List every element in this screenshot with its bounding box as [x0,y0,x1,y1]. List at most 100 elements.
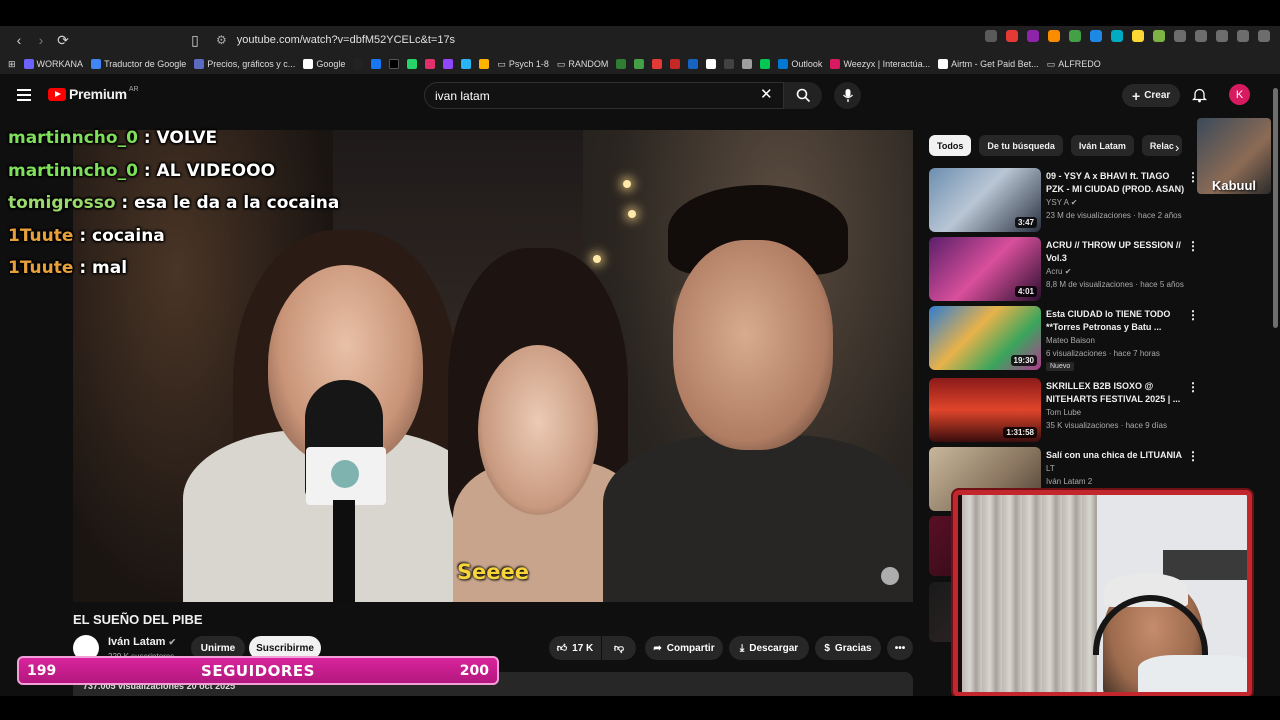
extension-icon[interactable] [1216,30,1228,42]
chip-channel[interactable]: Iván Latam [1070,135,1134,156]
page-scrollbar[interactable] [1271,76,1280,696]
bookmark-folder[interactable]: ▭ RANDOM [557,59,609,70]
channel-name[interactable]: Iván Latam ✔ [108,636,176,648]
share-button[interactable]: ➦ Compartir [645,636,723,660]
menu-icon[interactable] [17,89,31,104]
bookmark-icon[interactable] [688,59,699,69]
search-button[interactable] [784,82,822,109]
bookmark-icon[interactable] [634,59,645,69]
video-title[interactable]: Esta CIUDAD lo TIENE TODO **Torres Petro… [1046,308,1186,334]
extension-icon[interactable] [1153,30,1165,42]
related-video[interactable]: 4:01 ACRU // THROW UP SESSION // Vol.3 A… [929,237,1199,306]
video-channel[interactable]: Iván Latam 2 [1046,477,1092,486]
bookmark-item[interactable]: WORKANA [23,59,83,69]
more-vert-icon[interactable]: ⋮ [1187,380,1199,394]
bookmark-icon[interactable] [616,59,627,69]
bookmark-folder[interactable]: ▭ ALFREDO [1047,59,1101,70]
youtube-logo[interactable]: Premium AR [48,86,139,102]
more-actions-button[interactable]: ••• [887,636,913,660]
facebook-icon[interactable] [371,59,382,69]
dislike-button[interactable]: 👎︎ [602,636,636,660]
notifications-button[interactable] [1192,87,1207,103]
video-thumbnail[interactable]: 19:30 [929,306,1041,370]
bookmark-icon[interactable] [652,59,663,69]
video-thumbnail[interactable]: 1:31:58 [929,378,1041,442]
extension-icon[interactable] [1237,30,1249,42]
account-avatar[interactable]: K [1229,84,1250,105]
bookmark-icon[interactable] [670,59,681,69]
bookmark-item[interactable]: Google [303,59,345,69]
more-vert-icon[interactable]: ⋮ [1187,449,1199,463]
download-button[interactable]: ⤓ Descargar [729,636,809,660]
extension-icon[interactable] [1048,30,1060,42]
bookmark-icon[interactable] [461,59,472,69]
more-vert-icon[interactable]: ⋮ [1187,239,1199,253]
extension-icon[interactable] [1006,30,1018,42]
scrollbar-thumb[interactable] [1273,88,1278,328]
apps-icon[interactable]: ⊞ [8,59,16,70]
bookmark-item[interactable]: Weezyx | Interactúa... [830,59,930,69]
bookmark-item[interactable]: Precios, gráficos y c... [194,59,295,69]
video-channel[interactable]: YSY A ✔ [1046,198,1077,207]
bookmark-item[interactable]: Traductor de Google [91,59,186,69]
video-title[interactable]: ACRU // THROW UP SESSION // Vol.3 [1046,239,1186,265]
bookmark-icon[interactable]: ▯ [184,29,206,51]
forward-icon[interactable]: › [30,29,52,51]
extension-icon[interactable] [1069,30,1081,42]
plus-icon: + [1132,87,1141,104]
video-meta: 35 K visualizaciones · hace 9 días [1046,421,1167,430]
tiktok-icon[interactable] [353,59,364,69]
close-icon[interactable]: ✕ [760,85,773,103]
video-thumbnail[interactable]: 3:47 [929,168,1041,232]
video-channel[interactable]: Acru ✔ [1046,267,1071,276]
bookmark-folder[interactable]: ▭ Psych 1-8 [497,59,549,70]
video-channel[interactable]: Tom Lube [1046,408,1081,417]
create-button[interactable]: + Crear [1122,84,1181,107]
bookmark-item[interactable]: Outlook [778,59,822,69]
related-video[interactable]: 19:30 Esta CIUDAD lo TIENE TODO **Torres… [929,306,1199,378]
bookmark-icon[interactable] [479,59,490,69]
more-vert-icon[interactable]: ⋮ [1187,308,1199,322]
instagram-icon[interactable] [425,59,436,69]
thanks-button[interactable]: $ Gracias [815,636,881,660]
related-video[interactable]: 3:47 09 - YSY A x BHAVI ft. TIAGO PZK - … [929,168,1199,237]
kick-icon[interactable] [760,59,771,69]
video-channel[interactable]: Mateo Baison [1046,336,1095,345]
bookmark-icon[interactable] [706,59,717,69]
thanks-icon: $ [824,642,830,654]
whatsapp-icon[interactable] [407,59,418,69]
x-icon[interactable] [389,59,400,69]
address-bar[interactable]: ⚙ youtube.com/watch?v=dbfM52YCELc&t=17s [216,29,796,51]
extension-icon[interactable] [985,30,997,42]
twitch-icon[interactable] [443,59,454,69]
extension-icon[interactable] [1027,30,1039,42]
menu-icon[interactable] [1258,30,1270,42]
street-light [623,180,631,188]
chip-all[interactable]: Todos [929,135,972,156]
person-face [673,240,833,450]
video-thumbnail[interactable]: 4:01 [929,237,1041,301]
extension-icon[interactable] [1132,30,1144,42]
video-title[interactable]: SKRILLEX B2B ISOXO @ NITEHARTS FESTIVAL … [1046,380,1186,406]
related-video[interactable]: 1:31:58 SKRILLEX B2B ISOXO @ NITEHARTS F… [929,378,1199,447]
extension-icon[interactable] [1174,30,1186,42]
search-input[interactable]: ivan latam [424,82,784,109]
chip-from-search[interactable]: De tu búsqueda [979,135,1063,156]
bookmark-icon[interactable] [742,59,753,69]
bookmark-icon[interactable] [724,59,735,69]
bell-icon [1192,88,1207,103]
extension-icon[interactable] [1111,30,1123,42]
voice-search-button[interactable] [834,82,861,109]
extension-icon[interactable] [1090,30,1102,42]
chat-message: tomigrosso : esa le da a la cocaina [8,193,340,214]
chevron-right-icon[interactable]: › [1175,140,1179,155]
back-icon[interactable]: ‹ [8,29,30,51]
reload-icon[interactable]: ⟳ [52,29,74,51]
channel-watermark-icon[interactable] [881,567,899,585]
site-info-icon[interactable]: ⚙ [216,33,227,47]
like-button[interactable]: 👍︎ 17 K [549,636,601,660]
extension-icon[interactable] [1195,30,1207,42]
bookmark-item[interactable]: Airtm - Get Paid Bet... [938,59,1039,69]
video-title[interactable]: Salí con una chica de LITUANIA [1046,449,1186,462]
video-title[interactable]: 09 - YSY A x BHAVI ft. TIAGO PZK - MI CI… [1046,170,1186,196]
